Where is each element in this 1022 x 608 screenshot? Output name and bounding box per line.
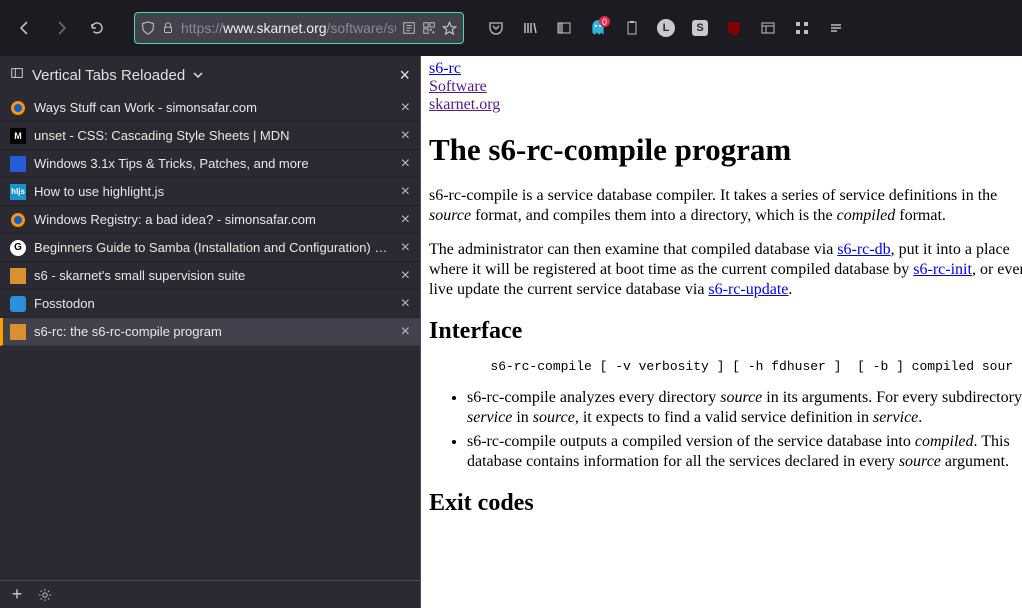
- vertical-tab[interactable]: Fosstodon ×: [0, 290, 420, 318]
- bookmark-star-icon[interactable]: [442, 21, 457, 36]
- reload-button[interactable]: [82, 13, 112, 43]
- qr-icon[interactable]: [422, 21, 436, 35]
- tab-label: s6 - skarnet's small supervision suite: [34, 268, 393, 283]
- sidebar-footer: +: [0, 580, 420, 608]
- shield-icon: [141, 21, 155, 35]
- tab-label: Beginners Guide to Samba (Installation a…: [34, 240, 393, 255]
- tab-favicon: [10, 268, 26, 284]
- link-s6rcdb[interactable]: s6-rc-db: [837, 241, 890, 258]
- link-s6rcupdate[interactable]: s6-rc-update: [708, 281, 788, 298]
- vertical-tab[interactable]: G Beginners Guide to Samba (Installation …: [0, 234, 420, 262]
- vertical-tab[interactable]: Munset - CSS: Cascading Style Sheets | M…: [0, 122, 420, 150]
- sidebar-close-icon[interactable]: ×: [399, 65, 410, 86]
- ublock-icon[interactable]: [720, 14, 748, 42]
- page-viewport[interactable]: s6-rc Software skarnet.org The s6-rc-com…: [421, 56, 1022, 608]
- clipboard-icon[interactable]: [618, 14, 646, 42]
- tab-close-icon[interactable]: ×: [401, 155, 410, 173]
- tab-label: Windows Registry: a bad idea? - simonsaf…: [34, 212, 393, 227]
- tab-close-icon[interactable]: ×: [401, 99, 410, 117]
- url-bar[interactable]: https://www.skarnet.org/software/s6-rc/s…: [134, 12, 464, 44]
- tab-label: Ways Stuff can Work - simonsafar.com: [34, 100, 393, 115]
- nav-link-software[interactable]: Software: [429, 78, 487, 96]
- tab-favicon: G: [10, 240, 26, 256]
- back-button[interactable]: [10, 13, 40, 43]
- section-interface-heading: Interface: [429, 318, 1022, 345]
- forward-button[interactable]: [46, 13, 76, 43]
- tab-close-icon[interactable]: ×: [401, 267, 410, 285]
- usage-synopsis: s6-rc-compile [ -v verbosity ] [ -h fdhu…: [467, 359, 1022, 374]
- breadcrumb-nav: s6-rc Software skarnet.org: [429, 60, 1022, 114]
- pocket-icon[interactable]: [482, 14, 510, 42]
- settings-gear-icon[interactable]: [34, 584, 56, 606]
- tab-favicon: hljs: [10, 184, 26, 200]
- library-icon[interactable]: [516, 14, 544, 42]
- badge-count: 0: [599, 16, 610, 27]
- vertical-tab[interactable]: s6-rc: the s6-rc-compile program ×: [0, 318, 420, 346]
- chevron-down-icon[interactable]: [193, 67, 203, 84]
- nav-link-skarnet[interactable]: skarnet.org: [429, 96, 500, 114]
- nav-link-s6rc[interactable]: s6-rc: [429, 60, 461, 78]
- extension-ghost-icon[interactable]: 0: [584, 14, 612, 42]
- vertical-tab[interactable]: Windows Registry: a bad idea? - simonsaf…: [0, 206, 420, 234]
- page-title: The s6-rc-compile program: [429, 132, 1022, 168]
- tab-favicon: M: [10, 128, 26, 144]
- vertical-tabs-sidebar: Vertical Tabs Reloaded × Ways Stuff can …: [0, 56, 421, 608]
- list-item: s6-rc-compile outputs a compiled version…: [467, 432, 1022, 472]
- url-text: https://www.skarnet.org/software/s6-rc/s…: [181, 20, 396, 36]
- sidebar-switcher-icon[interactable]: [10, 66, 24, 84]
- tab-label: Fosstodon: [34, 296, 393, 311]
- reader-mode-icon[interactable]: [402, 21, 416, 35]
- section-exit-codes-heading: Exit codes: [429, 490, 1022, 517]
- tab-label: Windows 3.1x Tips & Tricks, Patches, and…: [34, 156, 393, 171]
- new-tab-button[interactable]: +: [6, 584, 28, 606]
- tab-favicon: [10, 156, 26, 172]
- tab-favicon: [10, 212, 26, 228]
- tab-favicon: [10, 100, 26, 116]
- tab-close-icon[interactable]: ×: [401, 295, 410, 313]
- extension-grid-icon[interactable]: [754, 14, 782, 42]
- sidebar-header: Vertical Tabs Reloaded ×: [0, 56, 420, 94]
- tab-list: Ways Stuff can Work - simonsafar.com×Mun…: [0, 94, 420, 580]
- sidebar-toggle-icon[interactable]: [550, 14, 578, 42]
- extension-dots-icon[interactable]: [788, 14, 816, 42]
- tab-label: s6-rc: the s6-rc-compile program: [34, 324, 393, 339]
- tab-favicon: [10, 296, 26, 312]
- tab-label: How to use highlight.js: [34, 184, 393, 199]
- intro-para-2: The administrator can then examine that …: [429, 240, 1022, 300]
- interface-list: s6-rc-compile analyzes every directory s…: [467, 388, 1022, 472]
- intro-para-1: s6-rc-compile is a service database comp…: [429, 186, 1022, 226]
- vertical-tab[interactable]: Ways Stuff can Work - simonsafar.com ×: [0, 94, 420, 122]
- browser-toolbar: https://www.skarnet.org/software/s6-rc/s…: [0, 0, 1022, 56]
- vertical-tab[interactable]: hljs How to use highlight.js ×: [0, 178, 420, 206]
- tab-label: unset - CSS: Cascading Style Sheets | MD…: [34, 128, 393, 143]
- tab-favicon: [10, 324, 26, 340]
- overflow-menu-icon[interactable]: [822, 14, 850, 42]
- list-item: s6-rc-compile analyzes every directory s…: [467, 388, 1022, 428]
- profile-l-icon[interactable]: L: [652, 14, 680, 42]
- tab-close-icon[interactable]: ×: [401, 127, 410, 145]
- vertical-tab[interactable]: s6 - skarnet's small supervision suite ×: [0, 262, 420, 290]
- link-s6rcinit[interactable]: s6-rc-init: [913, 261, 972, 278]
- extension-s-icon[interactable]: S: [686, 14, 714, 42]
- lock-icon: [161, 21, 175, 35]
- sidebar-title: Vertical Tabs Reloaded: [32, 67, 185, 84]
- tab-close-icon[interactable]: ×: [401, 211, 410, 229]
- vertical-tab[interactable]: Windows 3.1x Tips & Tricks, Patches, and…: [0, 150, 420, 178]
- tab-close-icon[interactable]: ×: [401, 323, 410, 341]
- tab-close-icon[interactable]: ×: [401, 239, 410, 257]
- tab-close-icon[interactable]: ×: [401, 183, 410, 201]
